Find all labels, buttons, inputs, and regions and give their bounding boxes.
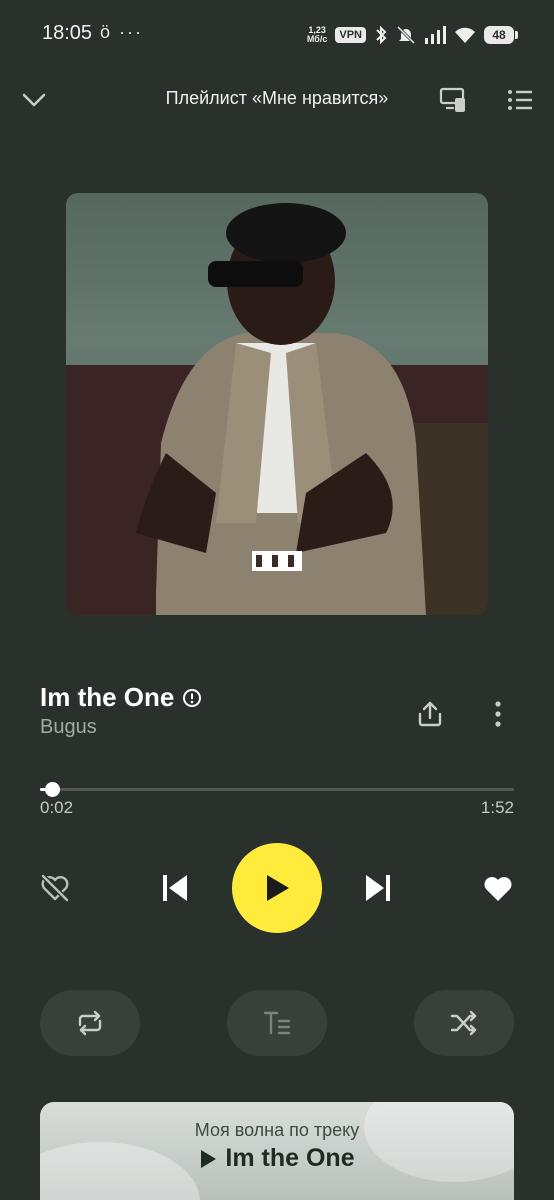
dislike-button[interactable] [31, 864, 79, 912]
heart-icon [484, 877, 512, 901]
wifi-icon [455, 27, 475, 43]
share-button[interactable] [406, 690, 454, 738]
track-artist[interactable]: Bugus [40, 716, 97, 739]
network-speed: 1,23 Мб/с [307, 26, 328, 44]
progress-thumb[interactable] [45, 782, 61, 797]
skip-previous-icon [163, 875, 187, 901]
cast-button[interactable] [433, 80, 473, 120]
more-vertical-icon [495, 701, 501, 727]
network-speed-unit: Мб/с [306, 34, 328, 44]
my-wave-card[interactable]: Моя волна по треку Im the One [40, 1102, 514, 1200]
play-button[interactable] [232, 843, 322, 933]
time-elapsed: 0:02 [40, 798, 74, 817]
next-button[interactable] [354, 864, 402, 912]
album-cover [66, 193, 488, 615]
bell-muted-icon [396, 25, 416, 45]
signal-icon [425, 26, 446, 44]
battery-indicator: 48 [484, 26, 518, 44]
time-total: 1:52 [480, 798, 514, 817]
play-icon [201, 1149, 217, 1168]
my-wave-track-title: Im the One [225, 1144, 355, 1172]
cover-illustration [66, 203, 488, 615]
play-icon [267, 875, 289, 901]
explicit-info-icon[interactable] [182, 688, 202, 708]
my-wave-track-row[interactable]: Im the One [40, 1144, 514, 1173]
queue-list-icon [508, 90, 532, 110]
lyrics-icon [263, 1011, 291, 1035]
progress-bar[interactable] [40, 788, 514, 791]
repeat-icon [78, 1010, 102, 1036]
dislike-heart-icon [41, 874, 69, 902]
vpn-badge: VPN [335, 27, 366, 43]
status-indicators: 1,23 Мб/с VPN 48 [307, 20, 518, 50]
track-title[interactable]: Im the One [40, 682, 174, 713]
status-notification-icons: ö ··· [100, 22, 143, 42]
status-time: 18:05 [42, 22, 93, 44]
cast-device-icon [439, 87, 465, 112]
previous-button[interactable] [151, 864, 199, 912]
bluetooth-icon [376, 25, 387, 45]
like-button[interactable] [474, 864, 522, 912]
skip-next-icon [366, 875, 390, 901]
shuffle-button[interactable] [414, 990, 514, 1056]
lyrics-button[interactable] [227, 990, 327, 1056]
share-icon [418, 701, 442, 727]
my-wave-subtitle: Моя волна по треку [194, 1120, 360, 1140]
shuffle-icon [450, 1010, 477, 1036]
track-title-row: Im the One [40, 682, 202, 713]
more-button[interactable] [474, 690, 522, 738]
queue-button[interactable] [500, 80, 540, 120]
repeat-button[interactable] [40, 990, 140, 1056]
